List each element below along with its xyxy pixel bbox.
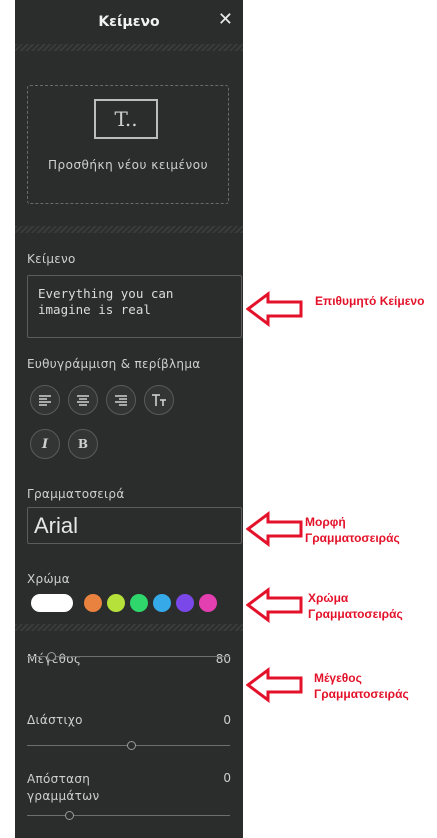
align-center-icon <box>77 395 89 406</box>
arrow-left-icon <box>246 291 303 327</box>
color-swatch-green[interactable] <box>130 594 148 612</box>
color-swatch-purple[interactable] <box>176 594 194 612</box>
font-label: Γραμματοσειρά <box>27 487 125 501</box>
arrow-left-icon <box>246 587 303 623</box>
line-spacing-slider-knob[interactable] <box>127 741 136 750</box>
text-section-label: Κείμενο <box>27 252 76 266</box>
size-slider-track[interactable] <box>27 656 230 657</box>
size-value: 80 <box>215 652 231 666</box>
align-left-button[interactable] <box>30 385 60 415</box>
text-transform-button[interactable] <box>144 385 174 415</box>
panel-header: Κείμενο ✕ <box>15 0 243 44</box>
add-text-button[interactable]: T.. Προσθήκη νέου κειμένου <box>27 85 229 204</box>
letter-spacing-slider-track[interactable] <box>27 815 230 816</box>
annotation-font: Μορφή Γραμματοσειράς <box>305 515 400 545</box>
letter-spacing-value: 0 <box>223 771 231 785</box>
color-label: Χρώμα <box>27 572 70 586</box>
divider <box>15 624 243 631</box>
line-spacing-label: Διάστιχο <box>27 713 83 727</box>
color-swatch-orange[interactable] <box>84 594 102 612</box>
align-right-icon <box>115 395 127 406</box>
divider <box>15 226 243 233</box>
text-icon: T.. <box>94 99 158 139</box>
text-size-icon <box>152 394 166 406</box>
color-swatch-blue[interactable] <box>153 594 171 612</box>
align-center-button[interactable] <box>68 385 98 415</box>
italic-button[interactable]: I <box>30 429 60 459</box>
annotation-color: Χρώμα Γραμματοσειράς <box>308 591 403 621</box>
divider <box>15 44 243 51</box>
color-swatch-pink[interactable] <box>199 594 217 612</box>
add-text-label: Προσθήκη νέου κειμένου <box>47 158 209 172</box>
arrow-left-icon <box>246 667 303 703</box>
close-icon[interactable]: ✕ <box>218 11 233 29</box>
arrow-left-icon <box>246 511 303 547</box>
line-spacing-value: 0 <box>223 713 231 727</box>
letter-spacing-label: Απόσταση γραμμάτων <box>27 772 100 803</box>
align-left-icon <box>39 395 51 406</box>
letter-spacing-slider-knob[interactable] <box>65 811 74 820</box>
annotation-text: Επιθυμητό Κείμενο <box>315 294 425 308</box>
bold-button[interactable]: B <box>68 429 98 459</box>
text-input[interactable]: Everything you can imagine is real <box>27 275 242 338</box>
font-select[interactable]: Arial <box>27 507 242 544</box>
align-right-button[interactable] <box>106 385 136 415</box>
text-panel: Κείμενο ✕ T.. Προσθήκη νέου κειμένου Κεί… <box>15 0 243 838</box>
panel-title: Κείμενο <box>98 14 160 30</box>
alignment-label: Ευθυγράμμιση & περίβλημα <box>27 357 201 371</box>
color-swatch-white[interactable] <box>31 594 73 612</box>
color-swatch-lime[interactable] <box>107 594 125 612</box>
size-slider-knob[interactable] <box>47 652 56 661</box>
annotation-size: Μέγεθος Γραμματοσειράς <box>314 671 409 701</box>
